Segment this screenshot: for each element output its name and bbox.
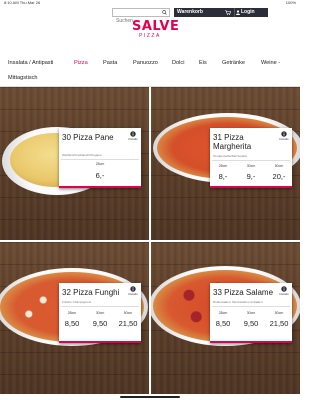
logo[interactable]: SALVE PIZZA [132,19,180,39]
details-button[interactable]: Details [278,286,290,296]
product-grid: 30 Pizza Pane Details Weißbrot/Knoblauch… [0,87,300,395]
details-label: Details [128,137,138,141]
status-bar: 8:10 AM Thu Mar 26 100% [0,0,300,7]
home-indicator[interactable] [120,396,180,398]
cart-icon [225,10,231,15]
cart-label: Warenkorb [177,9,203,15]
product-tile[interactable]: 31 Pizza Margherita Details Tomatensoße/… [151,87,300,240]
logo-main: SALVE [132,19,180,34]
nav-item-pizza[interactable]: Pizza [74,60,88,66]
product-tile[interactable]: 32 Pizza Funghi Details Frische Champign… [0,242,149,395]
cart-button[interactable]: Warenkorb [174,8,234,17]
details-button[interactable]: Details [278,131,290,141]
product-name: 32 Pizza Funghi [62,288,120,297]
details-button[interactable]: Details [127,286,139,296]
size-label: 30cm [246,311,256,315]
price-button[interactable]: 9,- [240,172,262,181]
size-label: 28cm [218,311,228,315]
price-button[interactable]: 6,- [89,171,111,180]
price-button[interactable]: 8,- [212,172,234,181]
login-label: Login [241,9,255,15]
price-button[interactable]: 21,50 [268,319,290,328]
product-tile[interactable]: 30 Pizza Pane Details Weißbrot/Knoblauch… [0,87,149,240]
search-icon[interactable] [162,10,167,15]
product-name: 31 Pizza Margherita [213,133,252,151]
product-card[interactable]: 32 Pizza Funghi Details Frische Champign… [59,283,141,343]
nav-item-weine[interactable]: Weine - [261,60,280,66]
nav-item-panuozzo[interactable]: Panuozzo [133,60,158,66]
nav-item-mittagstisch[interactable]: Mittagstisch [8,75,38,81]
price-button[interactable]: 21,50 [117,319,139,328]
nav-item-getraenke[interactable]: Getränke [222,60,245,66]
details-button[interactable]: Details [127,131,139,141]
details-label: Details [128,292,138,296]
size-label: 28cm [95,162,105,166]
price-button[interactable]: 8,50 [212,319,234,328]
size-label: 30cm [246,164,256,168]
size-label: 28cm [218,164,228,168]
product-desc: Frische Champignons [62,300,92,304]
accent-bar [210,186,292,188]
accent-bar [59,186,141,188]
size-label: 50cm [274,311,284,315]
product-desc: Rindersalami, Mozzarella und Salami [213,300,263,304]
user-icon [236,10,240,15]
accent-bar [210,341,292,343]
status-time: 8:10 AM Thu Mar 26 [4,0,41,5]
price-button[interactable]: 9,50 [240,319,262,328]
size-label: 30cm [95,311,105,315]
details-label: Details [279,137,289,141]
battery-indicator: 100% [285,0,296,5]
details-label: Details [279,292,289,296]
size-label: 28cm [67,311,77,315]
nav-item-eis[interactable]: Eis [199,60,207,66]
product-tile[interactable]: 33 Pizza Salame Details Rindersalami, Mo… [151,242,300,395]
divider [61,159,139,160]
product-name: 30 Pizza Pane [62,133,114,142]
product-card[interactable]: 30 Pizza Pane Details Weißbrot/Knoblauch… [59,128,141,188]
product-card[interactable]: 31 Pizza Margherita Details Tomatensoße/… [210,128,292,188]
price-button[interactable]: 8,50 [61,319,83,328]
size-label: 50cm [123,311,133,315]
product-card[interactable]: 33 Pizza Salame Details Rindersalami, Mo… [210,283,292,343]
price-button[interactable]: 20,- [268,172,290,181]
nav-item-pasta[interactable]: Pasta [103,60,117,66]
search-box[interactable] [112,8,170,25]
product-desc: Tomatensoße/Mozzarella [213,154,247,158]
accent-bar [59,341,141,343]
price-button[interactable]: 9,50 [89,319,111,328]
header: Warenkorb Login SALVE PIZZA [0,7,300,55]
divider [61,306,139,307]
home-indicator-bar [0,394,300,400]
nav-item-dolci[interactable]: Dolci [172,60,184,66]
product-name: 33 Pizza Salame [213,288,274,297]
divider [212,160,290,161]
category-nav: Insalata / Antipasti Pizza Pasta Panuozz… [0,55,300,87]
login-button[interactable]: Login [234,8,268,17]
divider [212,306,290,307]
product-desc: Weißbrot/Knoblauch/Oregano [62,153,102,157]
nav-item-insalata[interactable]: Insalata / Antipasti [8,60,53,66]
size-label: 50cm [274,164,284,168]
